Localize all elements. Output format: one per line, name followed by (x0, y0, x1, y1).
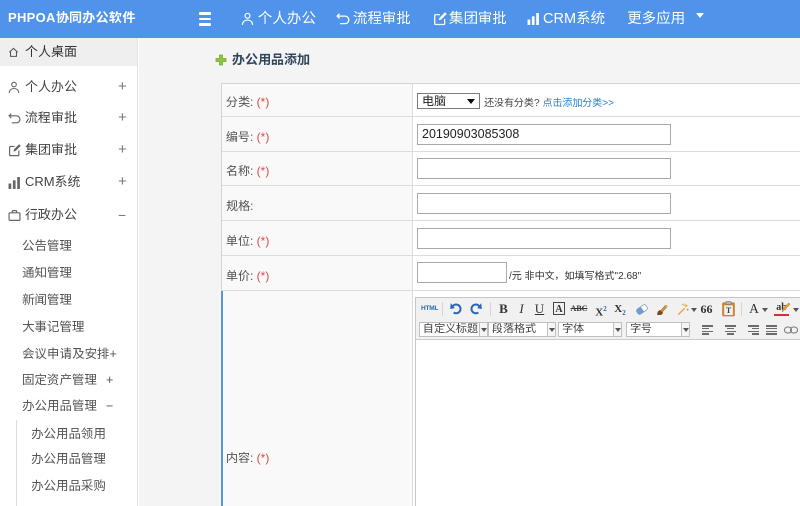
svg-text:T: T (726, 306, 732, 315)
